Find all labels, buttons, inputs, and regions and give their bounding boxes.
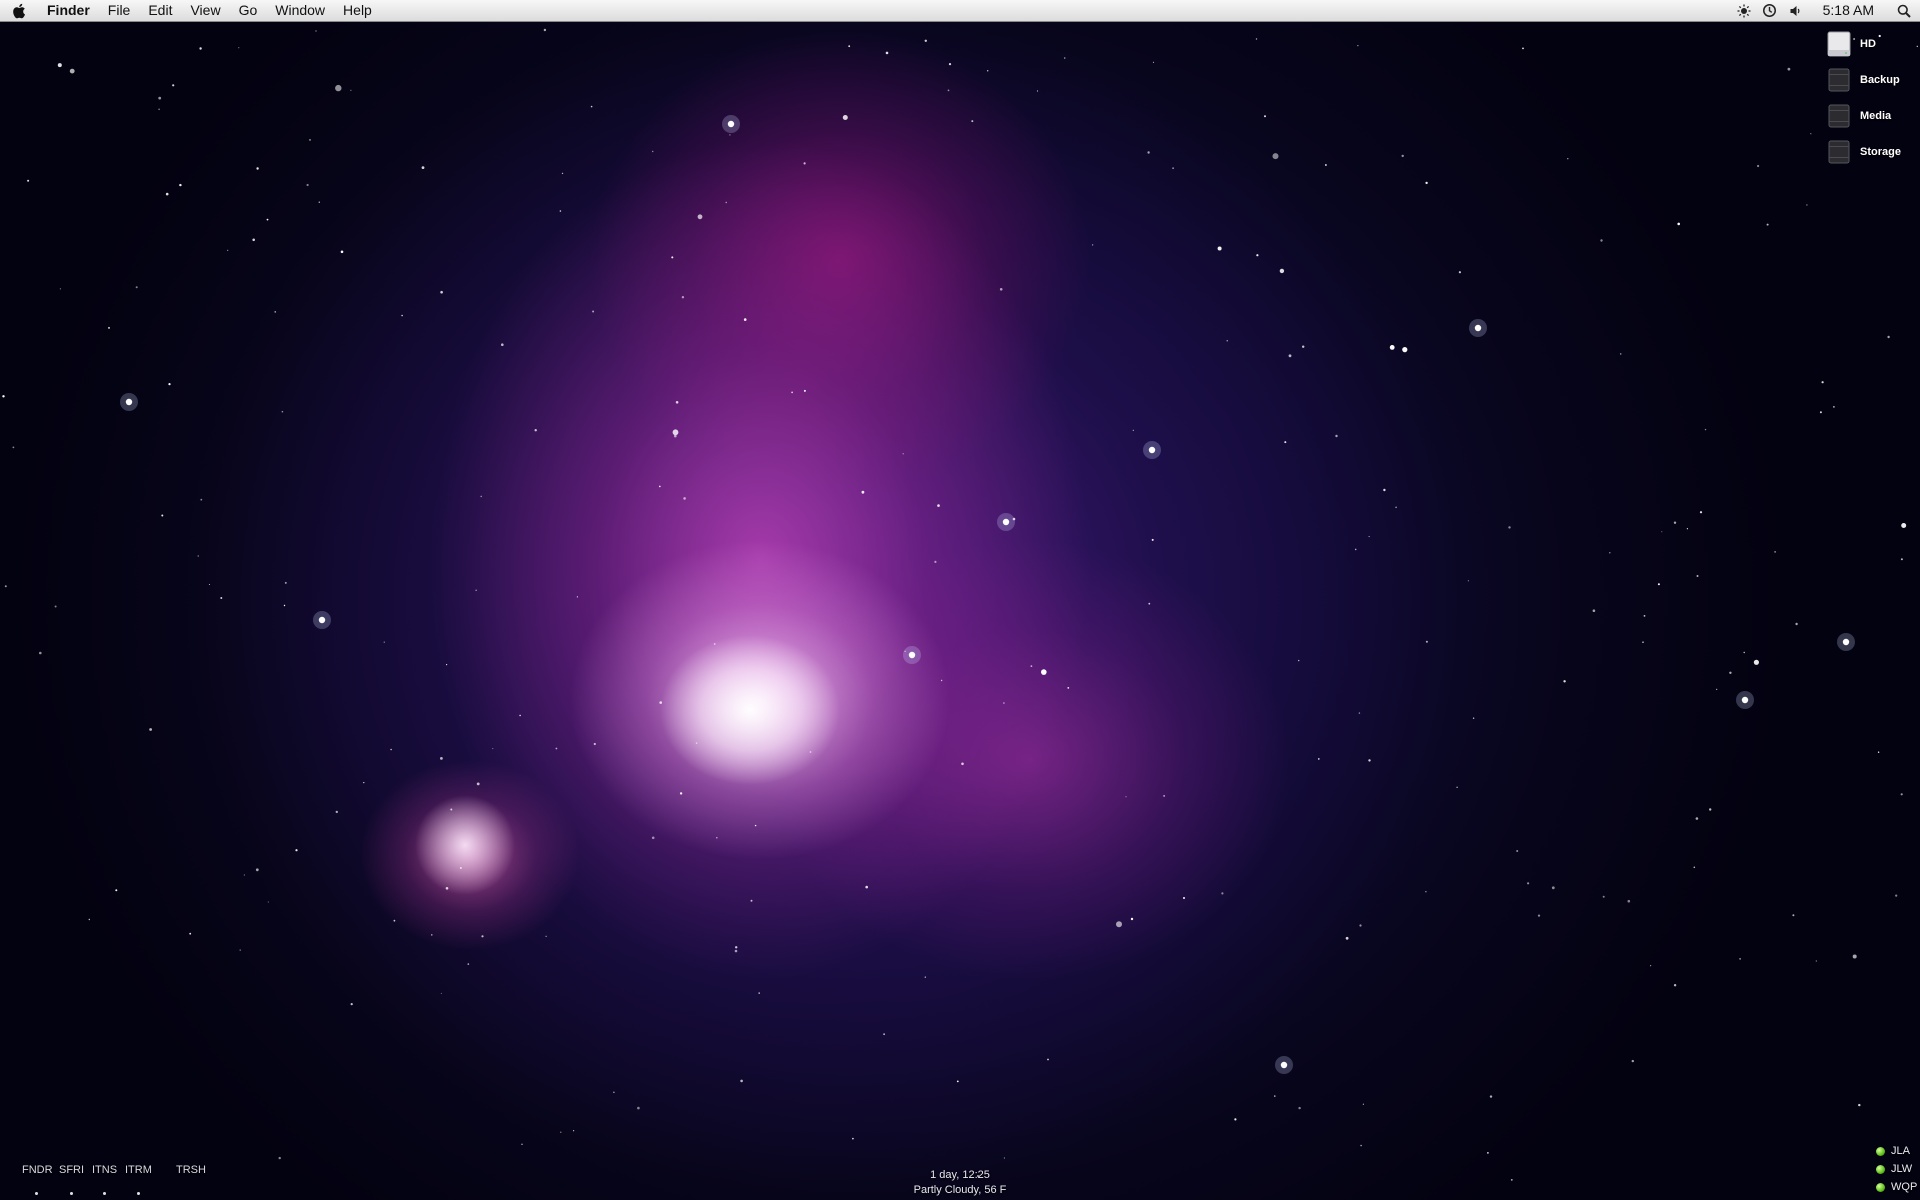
available-status-icon [1876, 1146, 1885, 1156]
buddy-item[interactable]: JLW [1876, 1163, 1912, 1175]
drive-hd[interactable]: HD [1826, 29, 1876, 59]
hard-drive-icon [1827, 31, 1851, 57]
dock-item-safari[interactable]: SFRI [59, 1164, 84, 1176]
buddy-name: WQP [1891, 1181, 1918, 1193]
menu-view[interactable]: View [181, 0, 229, 21]
drive-storage[interactable]: Storage [1826, 137, 1901, 167]
external-drive-icon [1828, 68, 1850, 92]
external-drive-icon [1828, 104, 1850, 128]
time-machine-icon[interactable] [1757, 0, 1783, 21]
dock-running-indicator [137, 1192, 140, 1195]
drive-media[interactable]: Media [1826, 101, 1891, 131]
dock-running-indicator [103, 1192, 106, 1195]
menu-extras: 5:18 AM [1731, 0, 1920, 21]
drive-backup[interactable]: Backup [1826, 65, 1900, 95]
apple-icon[interactable] [0, 0, 38, 21]
spotlight-search-icon[interactable] [1888, 0, 1920, 21]
menubar-clock[interactable]: 5:18 AM [1809, 0, 1888, 21]
menu-app-finder[interactable]: Finder [38, 0, 99, 21]
volume-icon[interactable] [1783, 0, 1809, 21]
menu-window[interactable]: Window [266, 0, 334, 21]
brightness-icon[interactable] [1731, 0, 1757, 21]
available-status-icon [1876, 1182, 1885, 1192]
menu-help[interactable]: Help [334, 0, 381, 21]
drive-label: HD [1860, 38, 1876, 50]
drive-label: Media [1860, 110, 1892, 122]
weather-text: Partly Cloudy, 56 F [913, 1184, 1007, 1196]
dock-item-finder[interactable]: FNDR [22, 1164, 53, 1176]
dock-item-iterm[interactable]: ITRM [125, 1164, 152, 1176]
buddy-name: JLA [1891, 1145, 1910, 1157]
menu-go[interactable]: Go [230, 0, 267, 21]
buddy-item[interactable]: WQP [1876, 1181, 1917, 1193]
external-drive-icon [1828, 140, 1850, 164]
drive-label: Storage [1860, 146, 1901, 158]
desktop-wallpaper [0, 0, 1920, 1200]
dock-item-itunes[interactable]: ITNS [92, 1164, 117, 1176]
buddy-name: JLW [1891, 1163, 1913, 1175]
menu-file[interactable]: File [99, 0, 140, 21]
star-field [2, 28, 1919, 1181]
dock-running-indicator [70, 1192, 73, 1195]
dock-item-trash[interactable]: TRSH [176, 1164, 206, 1176]
drive-label: Backup [1860, 74, 1900, 86]
available-status-icon [1876, 1164, 1885, 1174]
menu-bar: Finder File Edit View Go Window Help 5:1… [0, 0, 1920, 22]
buddy-item[interactable]: JLA [1876, 1145, 1910, 1157]
menu-edit[interactable]: Edit [139, 0, 181, 21]
dock-running-indicator [35, 1192, 38, 1195]
uptime-text: 1 day, 12:25 [930, 1169, 990, 1181]
